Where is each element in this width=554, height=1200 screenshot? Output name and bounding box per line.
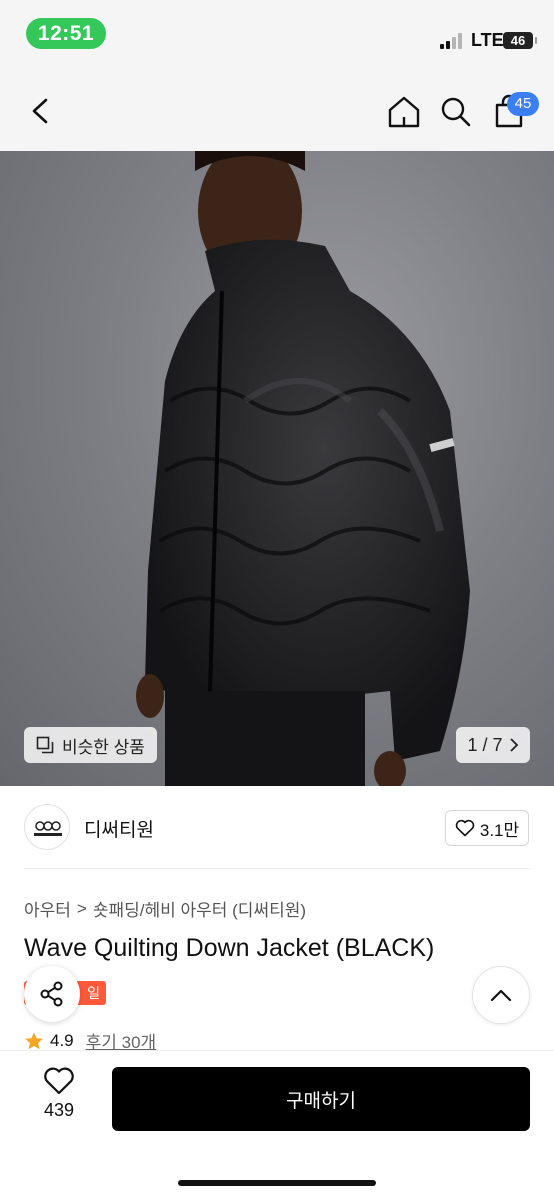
breadcrumb-separator: > — [76, 898, 87, 918]
nav-bar — [0, 70, 554, 151]
chevron-right-icon — [509, 738, 518, 752]
status-bar: 12:51 LTE 46 — [0, 0, 554, 70]
page-counter-text: 1 / 7 — [467, 734, 503, 755]
image-page-counter[interactable]: 1 / 7 — [456, 727, 530, 763]
home-icon — [388, 96, 420, 128]
brand-like-button[interactable]: 3.1만 — [445, 810, 529, 846]
star-icon — [25, 1032, 43, 1049]
search-button[interactable] — [436, 92, 476, 132]
share-icon — [40, 981, 63, 1007]
network-type: LTE — [471, 30, 504, 50]
home-button[interactable] — [384, 92, 424, 132]
product-photo — [136, 151, 470, 786]
status-time: 12:51 — [26, 18, 106, 49]
rating-value: 4.9 — [50, 1030, 74, 1050]
similar-icon — [36, 736, 54, 754]
wishlist-button[interactable]: 439 — [30, 1066, 88, 1128]
cart-count-badge: 45 — [507, 92, 539, 116]
similar-products-label: 비슷한 상품 — [62, 737, 145, 757]
brand-name[interactable]: 디써티원 — [84, 815, 154, 842]
scroll-to-top-button[interactable] — [472, 966, 530, 1024]
breadcrumb-category[interactable]: 아우터 — [24, 896, 71, 921]
buy-button[interactable]: 구매하기 — [112, 1067, 530, 1131]
home-indicator — [178, 1180, 376, 1186]
back-button[interactable] — [24, 92, 58, 130]
search-icon — [441, 97, 471, 127]
similar-products-button[interactable]: 비슷한 상품 — [24, 727, 157, 763]
wishlist-count: 439 — [43, 1100, 75, 1120]
breadcrumb: 아우터 > 숏패딩/헤비 아우터 (디써티원) — [24, 896, 306, 921]
heart-icon — [455, 819, 475, 837]
heart-icon — [44, 1067, 74, 1095]
back-icon — [32, 98, 48, 124]
brand-logo[interactable] — [24, 804, 70, 850]
chevron-up-icon — [490, 989, 512, 1002]
brand-logo-image — [34, 821, 62, 836]
breadcrumb-subcategory[interactable]: 숏패딩/헤비 아우터 (디써티원) — [93, 896, 306, 921]
product-title: Wave Quilting Down Jacket (BLACK) — [24, 934, 435, 962]
battery-icon: 46 — [503, 32, 537, 49]
share-button[interactable] — [24, 966, 80, 1022]
brand-like-count: 3.1만 — [479, 820, 520, 840]
signal-icon — [440, 33, 466, 49]
divider — [24, 868, 530, 869]
product-image[interactable] — [0, 151, 554, 786]
